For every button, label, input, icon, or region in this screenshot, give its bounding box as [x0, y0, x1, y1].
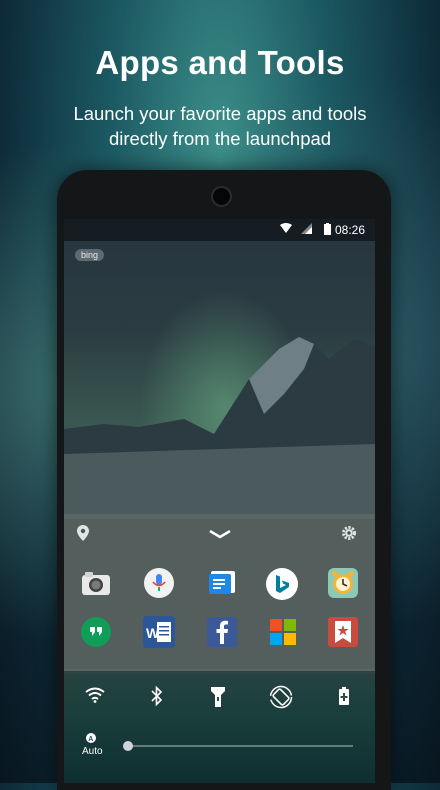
- gear-icon[interactable]: [341, 525, 357, 546]
- facebook-app-icon[interactable]: [207, 617, 237, 647]
- battery-icon: [324, 223, 331, 238]
- voice-search-app-icon[interactable]: [144, 568, 174, 598]
- status-bar: 08:26: [64, 219, 375, 241]
- wunderlist-app-icon[interactable]: [328, 617, 358, 647]
- hangouts-app-icon[interactable]: [81, 617, 111, 647]
- front-camera: [211, 186, 232, 207]
- microsoft-store-app-icon[interactable]: [268, 617, 298, 647]
- alarm-clock-app-icon[interactable]: [328, 568, 358, 598]
- rotation-toggle-icon[interactable]: [269, 685, 293, 714]
- wifi-toggle-icon[interactable]: [85, 687, 105, 708]
- status-time: 08:26: [334, 223, 365, 237]
- bing-badge-label: bing: [81, 250, 99, 260]
- messages-app-icon[interactable]: [207, 568, 237, 598]
- promo-title: Apps and Tools: [95, 44, 345, 81]
- bluetooth-toggle-icon[interactable]: [151, 685, 163, 711]
- camera-app-icon[interactable]: [81, 568, 111, 598]
- brightness-slider-knob[interactable]: [123, 741, 133, 751]
- svg-text:A: A: [88, 736, 93, 743]
- phone-screen: 08:26 bing W A Auto: [64, 219, 375, 783]
- battery-saver-toggle-icon[interactable]: [339, 687, 349, 710]
- location-pin-icon[interactable]: [77, 525, 89, 546]
- auto-brightness-label: Auto: [82, 746, 103, 757]
- chevron-down-icon[interactable]: [209, 526, 231, 544]
- promo-subtitle: Launch your favorite apps and tools dire…: [40, 101, 400, 151]
- brightness-slider-track[interactable]: [127, 745, 353, 747]
- promo-subtitle-line2: directly from the launchpad: [108, 128, 332, 149]
- bing-badge[interactable]: bing: [75, 249, 105, 261]
- signal-icon: [301, 223, 312, 237]
- flashlight-toggle-icon[interactable]: [211, 686, 225, 713]
- bing-app-icon[interactable]: [266, 568, 298, 600]
- svg-text:W: W: [146, 625, 160, 641]
- wifi-icon: [280, 223, 292, 237]
- word-app-icon[interactable]: W: [143, 616, 175, 648]
- promo-subtitle-line1: Launch your favorite apps and tools: [73, 103, 367, 124]
